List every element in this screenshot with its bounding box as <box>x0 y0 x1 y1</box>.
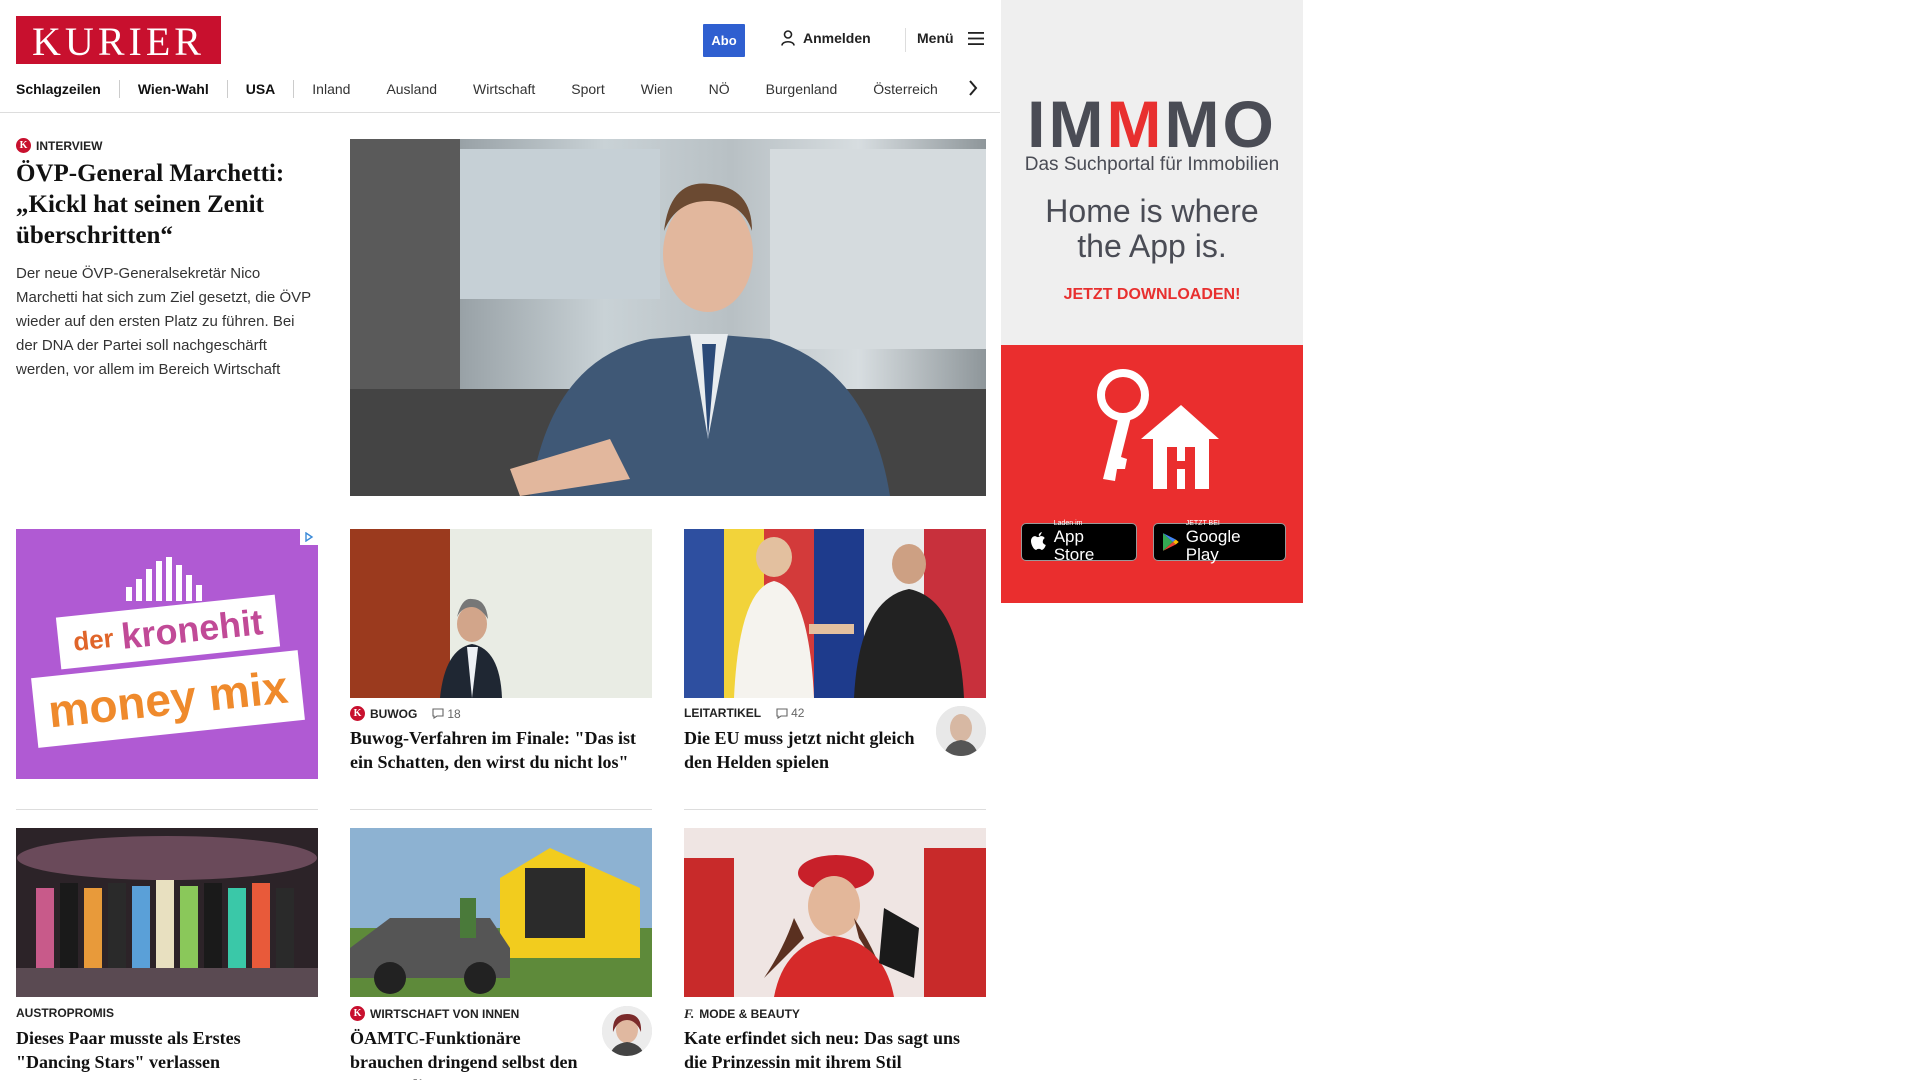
site-main: KURIER Abo Anmelden Menü Schlagzeilen Wi… <box>0 0 1000 1080</box>
nav-item-ausland[interactable]: Ausland <box>368 81 455 97</box>
nav-item-noe[interactable]: NÖ <box>691 81 748 97</box>
kurier-plus-icon: K <box>350 1006 365 1021</box>
card-image-kate[interactable] <box>684 828 986 997</box>
nav-underline <box>0 112 1000 113</box>
card-headline-dancing-stars[interactable]: Dieses Paar musste als Erstes "Dancing S… <box>16 1026 318 1074</box>
immmo-ad-top: IMMMO Das Suchportal für Immobilien Home… <box>1001 0 1303 345</box>
card-headline-oeamtc[interactable]: ÖAMTC-Funktionäre brauchen dringend selb… <box>350 1026 590 1080</box>
card-image-buwog[interactable] <box>350 529 652 698</box>
immmo-logo-part: M <box>1106 87 1165 161</box>
card-kicker-buwog: K BUWOG 18 <box>350 706 461 721</box>
immmo-ad-bottom: Laden im App Store JETZT BEI Google Play <box>1001 345 1303 603</box>
card-kicker-label: LEITARTIKEL <box>684 706 762 720</box>
download-cta[interactable]: JETZT DOWNLOADEN! <box>1001 286 1303 304</box>
immmo-claim-line: the App is. <box>1077 228 1227 264</box>
user-icon <box>781 30 795 46</box>
card-kicker-label: WIRTSCHAFT VON INNEN <box>370 1006 520 1021</box>
row-divider <box>16 809 318 810</box>
menu-button[interactable]: Menü <box>917 30 984 46</box>
card-headline-kate[interactable]: Kate erfindet sich neu: Das sagt uns die… <box>684 1026 986 1074</box>
app-store-text: Laden im App Store <box>1054 520 1128 564</box>
lead-kicker-label: INTERVIEW <box>36 138 103 153</box>
key-house-icon <box>1097 369 1219 489</box>
menu-label: Menü <box>917 30 954 46</box>
login-label: Anmelden <box>803 30 871 46</box>
card-image-oeamtc[interactable] <box>350 828 652 997</box>
card-kicker-label: MODE & BEAUTY <box>699 1007 800 1021</box>
lead-headline[interactable]: ÖVP-General Marchetti: „Kickl hat seinen… <box>16 158 316 251</box>
nav-item-wirtschaft[interactable]: Wirtschaft <box>455 81 553 97</box>
kronehit-ad[interactable]: der kronehit money mix <box>16 529 318 779</box>
comment-icon <box>432 708 444 719</box>
lead-teaser[interactable]: Der neue ÖVP-Generalsekretär Nico Marche… <box>16 262 316 382</box>
card-headline-leitartikel[interactable]: Die EU muss jetzt nicht gleich den Helde… <box>684 726 924 774</box>
hamburger-icon <box>967 31 984 45</box>
kurier-plus-icon: K <box>350 706 365 721</box>
card-kicker-austropromis: AUSTROPROMIS <box>16 1006 114 1020</box>
card-image-eu[interactable] <box>684 529 986 698</box>
google-play-big: Google Play <box>1185 527 1241 564</box>
immmo-claim: Home is where the App is. <box>1001 194 1303 264</box>
author-avatar[interactable] <box>602 1006 652 1056</box>
comment-icon <box>776 707 788 719</box>
lead-kicker: K INTERVIEW <box>16 138 102 153</box>
row-divider <box>350 809 652 810</box>
adchoices-icon[interactable] <box>300 529 318 545</box>
header-divider <box>905 28 906 52</box>
login-button[interactable]: Anmelden <box>781 30 871 46</box>
card-kicker-leitartikel: LEITARTIKEL 42 <box>684 706 804 720</box>
card-kicker-wirtschaft-von-innen: K WIRTSCHAFT VON INNEN <box>350 1006 519 1021</box>
immmo-ad[interactable]: IMMMO Das Suchportal für Immobilien Home… <box>1001 0 1303 603</box>
nav-item-inland[interactable]: Inland <box>294 81 368 97</box>
immmo-logo: IMMMO <box>1001 86 1303 162</box>
crown-icon <box>126 557 202 601</box>
card-kicker-label: BUWOG <box>370 706 418 721</box>
kurier-logo[interactable]: KURIER <box>16 16 221 64</box>
google-play-text: JETZT BEI Google Play <box>1186 520 1277 564</box>
nav-item-oesterreich[interactable]: Österreich <box>855 81 956 97</box>
google-play-badge[interactable]: JETZT BEI Google Play <box>1153 520 1286 564</box>
nav-item-wien[interactable]: Wien <box>623 81 691 97</box>
nav-item-wien-wahl[interactable]: Wien-Wahl <box>120 81 227 97</box>
freizeit-icon: f. <box>684 1006 695 1021</box>
nav-item-burgenland[interactable]: Burgenland <box>748 81 856 97</box>
card-kicker-label: AUSTROPROMIS <box>16 1006 115 1020</box>
chevron-right-icon[interactable] <box>967 78 979 98</box>
comment-count[interactable]: 42 <box>776 706 804 720</box>
card-kicker-mode-beauty: f. MODE & BEAUTY <box>684 1006 800 1022</box>
immmo-logo-part: MO <box>1164 87 1277 161</box>
app-store-big: App Store <box>1053 527 1095 564</box>
row-divider <box>684 809 986 810</box>
comment-count-value: 42 <box>791 706 805 720</box>
app-store-badge[interactable]: Laden im App Store <box>1021 520 1137 564</box>
ad-text-kronehit: kronehit <box>119 601 265 657</box>
immmo-subtitle: Das Suchportal für Immobilien <box>1024 154 1280 175</box>
author-avatar[interactable] <box>936 706 986 756</box>
abo-button[interactable]: Abo <box>703 24 745 57</box>
immmo-logo-part: IM <box>1027 87 1107 161</box>
nav-item-usa[interactable]: USA <box>228 81 294 97</box>
nav-item-sport[interactable]: Sport <box>553 81 622 97</box>
ad-text-der: der <box>71 622 116 657</box>
section-nav: Schlagzeilen Wien-Wahl USA Inland Auslan… <box>16 78 956 100</box>
immmo-claim-line: Home is where <box>1045 193 1259 229</box>
apple-icon <box>1030 532 1046 550</box>
card-headline-buwog[interactable]: Buwog-Verfahren im Finale: "Das ist ein … <box>350 726 652 774</box>
google-play-icon <box>1162 533 1179 551</box>
nav-item-schlagzeilen[interactable]: Schlagzeilen <box>16 81 119 97</box>
card-image-dancing-stars[interactable] <box>16 828 318 997</box>
lead-image[interactable] <box>350 139 986 496</box>
comment-count[interactable]: 18 <box>432 706 461 721</box>
comment-count-value: 18 <box>447 706 461 721</box>
kurier-plus-icon: K <box>16 138 31 153</box>
